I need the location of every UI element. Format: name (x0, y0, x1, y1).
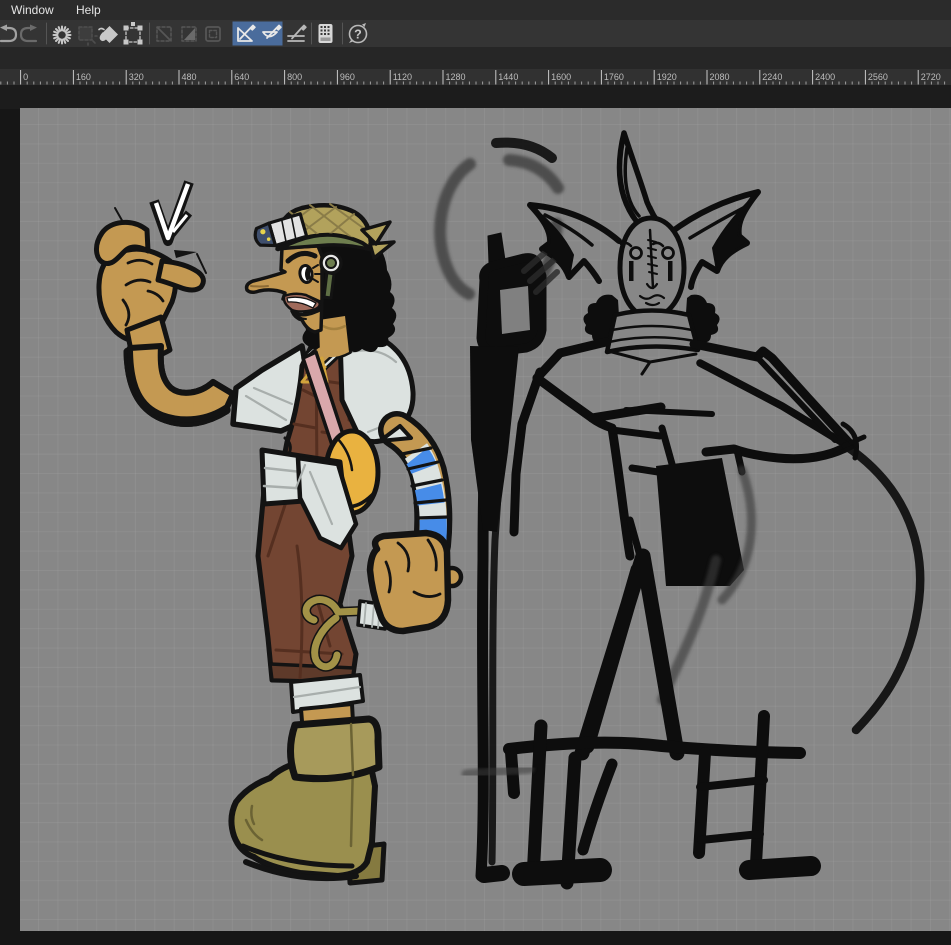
svg-text:2560: 2560 (868, 72, 888, 82)
svg-text:2080: 2080 (710, 72, 730, 82)
svg-text:800: 800 (287, 72, 302, 82)
svg-text:320: 320 (129, 72, 144, 82)
svg-text:2400: 2400 (815, 72, 835, 82)
svg-text:960: 960 (340, 72, 355, 82)
svg-text:160: 160 (76, 72, 91, 82)
svg-text:640: 640 (234, 72, 249, 82)
svg-text:?: ? (354, 28, 362, 42)
svg-text:0: 0 (23, 72, 28, 82)
svg-text:2720: 2720 (921, 72, 941, 82)
svg-text:2240: 2240 (762, 72, 782, 82)
svg-text:480: 480 (182, 72, 197, 82)
svg-text:1280: 1280 (446, 72, 466, 82)
svg-text:1440: 1440 (498, 72, 518, 82)
svg-text:1120: 1120 (393, 72, 412, 82)
svg-text:1920: 1920 (657, 72, 677, 82)
svg-text:1600: 1600 (551, 72, 571, 82)
svg-text:1760: 1760 (604, 72, 624, 82)
